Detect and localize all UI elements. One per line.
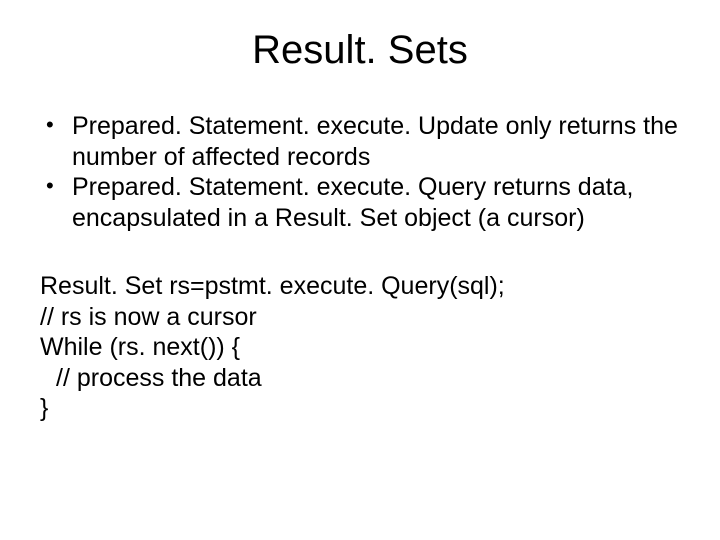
code-line: }: [40, 393, 680, 424]
bullet-list: Prepared. Statement. execute. Update onl…: [40, 111, 680, 233]
code-line: // rs is now a cursor: [40, 302, 680, 333]
code-block: Result. Set rs=pstmt. execute. Query(sql…: [40, 271, 680, 424]
code-line: Result. Set rs=pstmt. execute. Query(sql…: [40, 271, 680, 302]
slide-title: Result. Sets: [40, 28, 680, 73]
code-line: // process the data: [40, 363, 680, 394]
code-line: While (rs. next()) {: [40, 332, 680, 363]
bullet-item: Prepared. Statement. execute. Update onl…: [40, 111, 680, 172]
bullet-item: Prepared. Statement. execute. Query retu…: [40, 172, 680, 233]
